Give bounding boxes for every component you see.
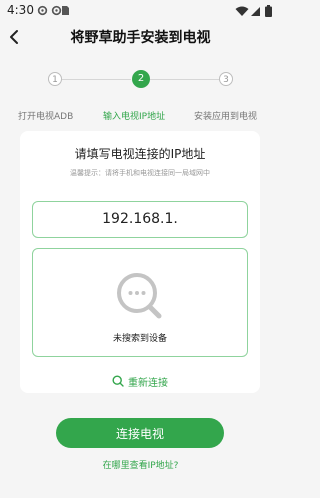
ip-card: 请填写电视连接的IP地址 温馨提示：请将手机和电视连接同一局域网中 192.16… [20,131,260,393]
reconnect-label: 重新连接 [128,377,168,389]
step-dot-1: 1 [48,72,62,86]
battery-icon [265,5,272,17]
step-connector [62,79,131,80]
reconnect-button[interactable]: 重新连接 [20,374,260,389]
sim-card-icon [62,6,69,15]
find-ip-help-link[interactable]: 在哪里查看IP地址? [0,458,281,471]
search-icon [112,375,124,387]
connect-tv-button[interactable]: 连接电视 [56,418,224,448]
network-tip: 温馨提示：请将手机和电视连接同一局域网中 [70,169,210,177]
card-title: 请填写电视连接的IP地址 [74,147,206,161]
step-label-1: 打开电视ADB [18,112,74,122]
device-list: 未搜索到设备 [32,248,248,357]
step-label-3: 安装应用到电视 [194,112,258,122]
ip-address-input[interactable]: 192.168.1. [32,201,248,238]
no-device-text: 未搜索到设备 [112,334,167,344]
step-dot-3: 3 [219,72,233,86]
status-bar: 4:30 [0,0,281,22]
signal-icon [251,7,260,16]
step-label-2: 输入电视IP地址 [103,112,166,122]
search-icon [117,273,162,319]
header: 将野草助手安装到电视 [0,22,281,52]
step-connector [150,79,219,80]
page-title: 将野草助手安装到电视 [70,30,211,46]
wifi-icon [235,6,249,16]
step-indicator: 1 2 3 [0,68,281,92]
settings-icon [37,5,48,16]
step-dot-2: 2 [132,70,150,88]
status-time: 4:30 [7,3,34,17]
